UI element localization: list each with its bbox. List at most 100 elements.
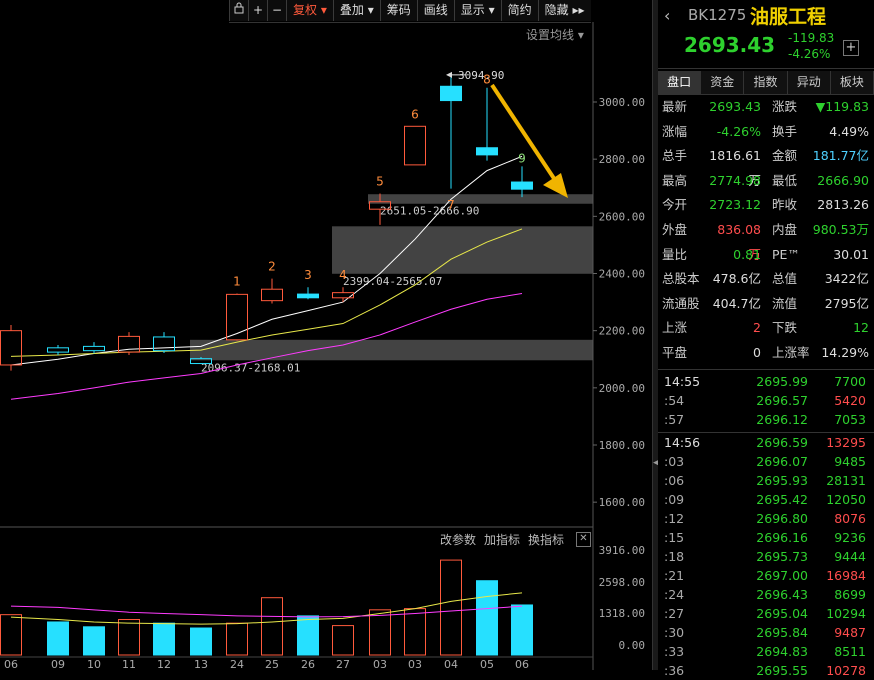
tick-price: 2697.00 [756,567,808,583]
tick-time: :21 [664,567,685,583]
add-indicator-button[interactable]: 加指标 [484,531,520,548]
quote-tabs: 盘口 资金 指数 异动 板块 [658,71,874,95]
candle [476,147,498,156]
price-tick-label: 2600.00 [599,210,645,223]
quote-stat-label: 内盘 [772,221,798,237]
quote-stat-value: 12 [853,320,869,336]
quote-stat-value: 3422亿 [824,271,869,287]
tick-volume: 8699 [834,586,866,602]
date-tick-label: 11 [122,658,136,670]
volume-bar [261,597,283,656]
quote-stat: 外盘 836.08万 [658,218,766,262]
volume-bar [404,608,426,656]
quote-stats-row: 外盘 836.08万 内盘 980.53万 [658,218,874,262]
date-tick-label: 13 [194,658,208,670]
quote-stat-label: 最低 [772,172,798,188]
close-indicator-icon[interactable]: ✕ [576,532,591,547]
candle [440,85,462,102]
draw-line-label: 画线 [423,3,448,17]
draw-line-button[interactable]: 画线 [416,0,454,21]
price-tick-label: 2200.00 [599,325,645,338]
indicator-menu: 改参数 加指标 换指标 [440,531,564,548]
adjust-rights-button[interactable]: 复权 ▾ [286,0,333,21]
quote-stat-value: 0.81 [733,246,761,262]
tab-sectors[interactable]: 板块 [830,71,874,94]
volume-bar [153,622,175,656]
display-label: 显示 [460,3,485,17]
date-tick-label: 24 [230,658,244,670]
chips-button[interactable]: 筹码 [379,0,417,21]
zone-band [332,226,593,274]
td-count-label: 7 [447,198,455,212]
add-watchlist-button[interactable]: + [843,40,859,56]
quote-stat-label: 平盘 [662,344,688,360]
last-price: 2693.43 [684,33,776,57]
date-tick-label: 03 [373,658,387,670]
tick-volume: 9236 [834,529,866,545]
volume-bar [369,609,391,656]
kline-chart-panel[interactable]: 3000.00 2800.00 2600.00 2400.00 2200.00 2000.… [0,0,652,670]
tick-volume: 5420 [834,392,866,408]
crosshair-plus-icon[interactable]: + [248,0,267,21]
quote-stat-value: 1816.61万 [709,148,761,188]
overlay-label: 叠加 [339,3,364,17]
sector-code: BK1275 [688,6,747,24]
tick-price: 2695.04 [756,605,808,621]
minus-icon[interactable]: − [267,0,286,21]
quote-stat-value: 2795亿 [824,295,869,311]
kline-chart[interactable]: 3000.00 2800.00 2600.00 2400.00 2200.00 2000.… [0,0,652,670]
tab-funds[interactable]: 资金 [701,71,745,94]
edit-params-button[interactable]: 改参数 [440,531,476,548]
volume-tick-label: 0.00 [619,639,646,652]
candle [297,293,319,299]
quote-stat: 涨幅 -4.26% [658,120,766,145]
tick-price: 2696.43 [756,586,808,602]
tick-price: 2695.84 [756,624,808,640]
tick-price: 2694.83 [756,643,808,659]
quote-stat: 总手 1816.61万 [658,144,766,188]
simple-mode-button[interactable]: 简约 [500,0,538,21]
date-tick-label: 12 [157,658,171,670]
tick-time: :15 [664,529,685,545]
zone-label: 2651.05-2666.90 [380,205,479,218]
tick-price: 2695.93 [756,472,808,488]
td-count-label: 6 [411,107,419,121]
tick-row: :24 2696.43 8699 [658,585,874,604]
tick-time: :12 [664,510,685,526]
quote-stat-label: 上涨率 [772,344,810,360]
quote-stat: 最低 2666.90 [766,169,874,194]
lock-icon[interactable] [229,0,248,21]
tick-row: :09 2695.42 12050 [658,490,874,509]
back-arrow-icon[interactable]: ‹ [664,6,670,25]
overlay-button[interactable]: 叠加 ▾ [332,0,380,21]
hide-button[interactable]: 隐藏 ▸▸ [537,0,591,21]
quote-stat: 涨跌 ▼119.83 [766,95,874,120]
date-tick-label: 03 [408,658,422,670]
date-tick-label: 27 [336,658,350,670]
ma-settings-dropdown[interactable]: 设置均线 ▾ [526,26,584,43]
tick-list[interactable]: 14:55 2695.99 7700:54 2696.57 5420:57 2696.12… [658,370,874,680]
candle [83,345,105,352]
quote-stat-value: 4.49% [829,123,869,139]
quote-stat-label: 今开 [662,197,688,213]
quote-stat-value: -4.26% [716,123,761,139]
price-tick-label: 2000.00 [599,382,645,395]
switch-indicator-button[interactable]: 换指标 [528,531,564,548]
price-tick-label: 2400.00 [599,268,645,281]
tick-row: :36 2695.55 10278 [658,661,874,680]
chips-label: 筹码 [386,3,411,17]
quote-stat: 换手 4.49% [766,120,874,145]
date-tick-label: 26 [301,658,315,670]
quote-stat: 流值 2795亿 [766,292,874,317]
display-button[interactable]: 显示 ▾ [453,0,501,21]
tab-movers[interactable]: 异动 [787,71,831,94]
tick-row: :21 2697.00 16984 [658,566,874,585]
quote-stat-label: 外盘 [662,221,688,237]
tab-order-book[interactable]: 盘口 [658,71,702,94]
tab-index[interactable]: 指数 [744,71,788,94]
tick-volume: 10294 [826,605,866,621]
quote-stat-label: 总手 [662,148,688,164]
quote-stat: 最新 2693.43 [658,95,766,120]
candle [511,181,533,190]
date-tick-label: 09 [51,658,65,670]
